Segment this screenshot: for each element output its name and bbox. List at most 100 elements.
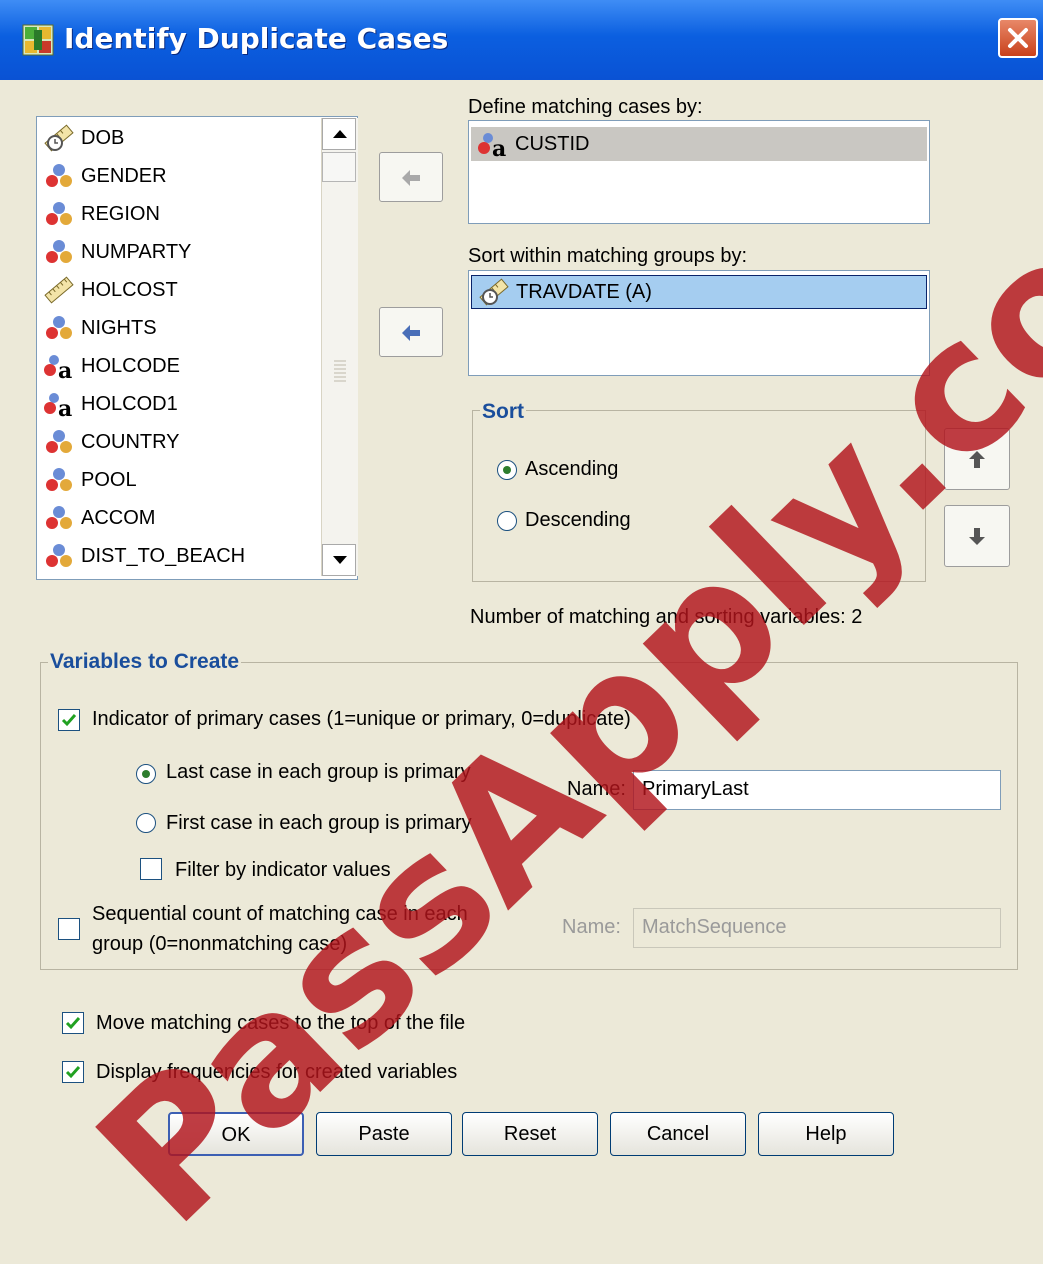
close-button[interactable] [998,18,1038,58]
source-variable-list[interactable]: DOB GENDER REGION NUMPARTY HOLCOST NIGHTS a HOL… [36,116,358,580]
variable-label: ACCOM [81,506,156,529]
nominal-icon [46,468,72,491]
indicator-label[interactable]: Indicator of primary cases (1=unique or … [92,708,631,731]
variable-label: POOL [81,468,137,491]
nominal-icon [46,430,72,453]
help-button[interactable]: Help [758,1112,894,1156]
sequential-label-line1[interactable]: Sequential count of matching case in eac… [92,903,468,926]
date-ruler-icon [479,278,509,306]
nominal-icon [46,544,72,567]
source-variable-item[interactable]: HOLCOST [43,275,178,305]
scroll-down-icon [333,556,347,564]
app-icon [22,24,54,56]
move-to-sort-button[interactable] [379,307,443,357]
variable-label: NUMPARTY [81,240,192,263]
source-variable-item[interactable]: DIST_TO_BEACH [43,541,245,571]
cancel-button[interactable]: Cancel [610,1112,746,1156]
string-nominal-icon: a [478,133,506,158]
move-down-button[interactable] [944,505,1010,567]
last-case-label[interactable]: Last case in each group is primary [166,761,471,784]
move-to-matching-button[interactable] [379,152,443,202]
define-matching-label: Define matching cases by: [468,96,703,118]
sequence-name-field[interactable]: MatchSequence [633,908,1001,948]
move-up-button[interactable] [944,428,1010,490]
move-matching-label[interactable]: Move matching cases to the top of the fi… [96,1012,465,1035]
date-ruler-icon [44,124,74,152]
primary-name-field[interactable]: PrimaryLast [633,770,1001,810]
variable-label: HOLCOD1 [81,392,178,415]
ok-button[interactable]: OK [168,1112,304,1156]
list-scrollbar[interactable] [321,118,358,576]
sort-group [472,410,926,582]
source-variable-item[interactable]: a HOLCODE [43,351,180,381]
ascending-label[interactable]: Ascending [525,458,618,481]
name-label: Name: [567,778,626,800]
checkmark-icon [61,714,77,727]
checkmark-icon [65,1066,81,1079]
nominal-icon [46,240,72,263]
title-bar[interactable]: Identify Duplicate Cases [0,0,1043,80]
ascending-radio[interactable] [497,460,517,480]
source-variable-item[interactable]: COUNTRY [43,427,180,457]
scroll-up-icon [333,130,347,138]
scroll-thumb[interactable] [322,152,356,182]
filter-label[interactable]: Filter by indicator values [175,859,391,882]
nominal-icon [46,202,72,225]
display-freq-label[interactable]: Display frequencies for created variable… [96,1061,457,1084]
sort-variable-item[interactable]: TRAVDATE (A) [471,275,927,309]
scroll-grip [334,360,346,384]
sequential-label-line2[interactable]: group (0=nonmatching case) [92,933,347,956]
variable-label: GENDER [81,164,167,187]
move-matching-checkbox[interactable] [62,1012,84,1034]
scroll-up-button[interactable] [322,118,356,150]
sort-variable-list[interactable]: TRAVDATE (A) [468,270,930,376]
arrow-up-icon [969,451,985,468]
variable-label: TRAVDATE (A) [516,280,652,303]
variable-label: HOLCODE [81,354,180,377]
first-case-radio[interactable] [136,813,156,833]
source-variable-item[interactable]: a HOLCOD1 [43,389,178,419]
seq-name-label: Name: [562,916,621,938]
string-nominal-icon: a [44,393,72,418]
nominal-icon [46,506,72,529]
reset-button[interactable]: Reset [462,1112,598,1156]
display-freq-checkbox[interactable] [62,1061,84,1083]
paste-button[interactable]: Paste [316,1112,452,1156]
variable-label: COUNTRY [81,430,180,453]
svg-text:a: a [58,396,72,418]
source-variable-item[interactable]: DOB [43,123,124,153]
variable-label: NIGHTS [81,316,157,339]
descending-radio[interactable] [497,511,517,531]
arrow-left-icon [402,325,420,341]
matching-variable-list[interactable]: a CUSTID [468,120,930,224]
source-variable-item[interactable]: GENDER [43,161,167,191]
sequential-checkbox[interactable] [58,918,80,940]
nominal-icon [46,164,72,187]
matching-variable-item[interactable]: a CUSTID [471,127,927,161]
scroll-down-button[interactable] [322,544,356,576]
window-title: Identify Duplicate Cases [64,22,449,55]
arrow-down-icon [969,528,985,545]
matching-count-text: Number of matching and sorting variables… [470,606,863,628]
source-variable-item[interactable]: REGION [43,199,160,229]
arrow-left-icon [402,170,420,186]
variables-to-create-title: Variables to Create [48,650,242,674]
variable-label: CUSTID [515,132,590,155]
last-case-radio[interactable] [136,764,156,784]
variable-label: REGION [81,202,160,225]
variable-label: DIST_TO_BEACH [81,544,246,567]
source-variable-item[interactable]: NUMPARTY [43,237,191,267]
first-case-label[interactable]: First case in each group is primary [166,812,472,835]
svg-text:a: a [492,136,506,158]
sort-group-title: Sort [480,400,526,424]
descending-label[interactable]: Descending [525,509,631,532]
close-icon [1008,28,1028,48]
source-variable-item[interactable]: ACCOM [43,503,155,533]
source-variable-item[interactable]: NIGHTS [43,313,157,343]
indicator-checkbox[interactable] [58,709,80,731]
string-nominal-icon: a [44,355,72,380]
filter-checkbox[interactable] [140,858,162,880]
source-variable-item[interactable]: POOL [43,465,137,495]
variable-label: DOB [81,126,125,149]
svg-text:a: a [58,358,72,380]
